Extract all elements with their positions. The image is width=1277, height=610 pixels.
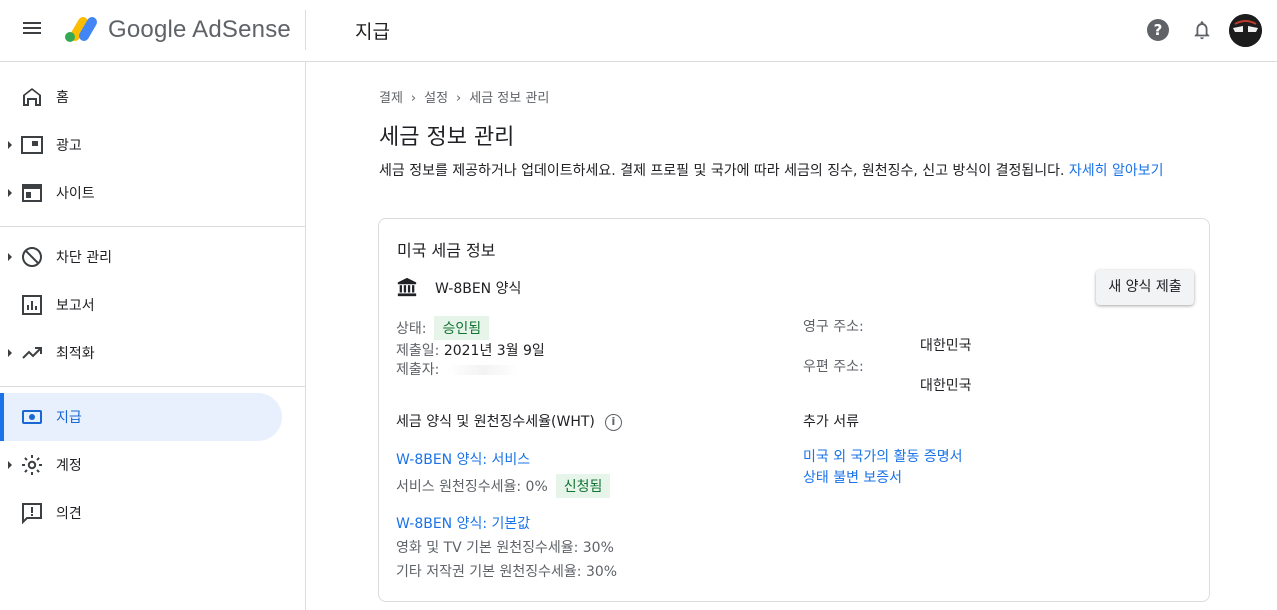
film-tv-rate: 영화 및 TV 기본 원천징수세율: 30% [396,540,614,556]
status-badge: 승인됨 [434,316,490,340]
sidebar-item-account[interactable]: 계정 [0,441,282,489]
sidebar-divider [0,386,306,387]
sidebar-item-home[interactable]: 홈 [0,73,282,121]
us-tax-info-card: 미국 세금 정보 W-8BEN 양식 새 양식 제출 상태: 승인됨 제출일: 2… [378,218,1210,602]
residency-certificate-link[interactable]: 미국 외 국가의 활동 증명서 [803,446,962,466]
sidebar-item-label: 계정 [56,458,82,474]
breadcrumb: 결제 › 설정 › 세금 정보 관리 [379,87,549,106]
sidebar-divider [0,226,306,227]
trending-up-icon [22,347,42,359]
description-text: 세금 정보를 제공하거나 업데이트하세요. 결제 프로필 및 국가에 따라 세금… [379,163,1065,179]
mailing-address-value: 대한민국 [920,378,972,394]
menu-icon[interactable] [20,19,44,43]
info-icon[interactable]: i [604,413,622,431]
page-title: 세금 정보 관리 [379,125,515,150]
sidebar-item-feedback[interactable]: 의견 [0,489,282,537]
help-icon[interactable]: ? [1147,19,1169,41]
sidebar-item-payments[interactable]: 지급 [0,393,282,441]
expand-caret-icon[interactable] [8,461,12,469]
expand-caret-icon[interactable] [8,253,12,261]
expand-caret-icon[interactable] [8,141,12,149]
sidebar-item-label: 홈 [56,90,69,106]
home-icon [23,88,41,106]
default-form-link[interactable]: W-8BEN 양식: 기본값 [396,513,530,533]
sidebar-item-label: 광고 [56,138,82,154]
expand-caret-icon[interactable] [8,349,12,357]
sidebar-item-label: 차단 관리 [56,250,112,266]
bank-icon [397,277,417,297]
mailing-address-label: 우편 주소: [803,359,864,375]
breadcrumb-item[interactable]: 결제 [379,91,403,106]
sites-icon [22,184,42,202]
chevron-right-icon: › [456,91,462,106]
sidebar-item-block-controls[interactable]: 차단 관리 [0,233,282,281]
sidebar-item-label: 보고서 [56,298,95,314]
sidebar-item-label: 지급 [56,410,82,426]
status-unchanged-affidavit-link[interactable]: 상태 불변 보증서 [803,467,902,487]
submitted-by-label: 제출자: [396,362,440,378]
status-row: 상태: 승인됨 [396,316,490,340]
reports-icon [22,295,42,315]
sidebar-item-reports[interactable]: 보고서 [0,281,282,329]
learn-more-link[interactable]: 자세히 알아보기 [1069,163,1164,179]
submitted-date-label: 제출일: [396,343,440,359]
page-description: 세금 정보를 제공하거나 업데이트하세요. 결제 프로필 및 국가에 따라 세금… [379,161,1209,181]
top-app-bar: Google AdSense 지급 ? [0,0,1277,62]
form-name: W-8BEN 양식 [435,281,522,297]
header-divider [305,10,306,50]
avatar-image [1229,14,1262,47]
services-form-link[interactable]: W-8BEN 양식: 서비스 [396,449,530,469]
status-label: 상태: [396,321,427,337]
breadcrumb-item[interactable]: 설정 [424,91,448,106]
ads-icon [21,136,43,154]
sidebar-item-label: 사이트 [56,186,95,202]
chevron-right-icon: › [410,91,417,106]
gear-icon [22,455,42,475]
sidebar-item-label: 최적화 [56,346,95,362]
submit-new-form-button[interactable]: 새 양식 제출 [1096,270,1194,305]
additional-docs-heading: 추가 서류 [803,414,859,430]
submitted-date-row: 제출일: 2021년 3월 9일 [396,340,545,360]
applied-badge: 신청됨 [555,474,611,498]
account-avatar[interactable] [1229,14,1262,47]
page-header-title: 지급 [355,21,390,43]
notification-bell-icon[interactable] [1191,18,1213,42]
services-rate: 서비스 원천징수세율: 0% [396,479,548,495]
sidebar-nav: 홈 광고 사이트 차단 관리 보고서 최적화 지급 계정 의견 [0,62,306,610]
submitted-date-value: 2021년 3월 9일 [443,343,545,359]
sidebar-item-ads[interactable]: 광고 [0,121,282,169]
card-title: 미국 세금 정보 [397,241,496,260]
submitted-by-row: 제출자: [396,359,520,379]
permanent-address-value: 대한민국 [920,338,972,354]
expand-caret-icon[interactable] [8,189,12,197]
sidebar-item-sites[interactable]: 사이트 [0,169,282,217]
feedback-icon [22,503,42,525]
brand-name: Google AdSense [108,16,291,43]
wht-heading-row: 세금 양식 및 원천징수세율(WHT) i [396,411,622,431]
redacted-value [447,365,520,375]
breadcrumb-item-current: 세금 정보 관리 [469,91,550,106]
adsense-logo [65,17,97,42]
sidebar-item-label: 의견 [56,506,82,522]
other-copyright-rate: 기타 저작권 기본 원천징수세율: 30% [396,564,618,580]
permanent-address-label: 영구 주소: [803,319,864,335]
services-rate-row: 서비스 원천징수세율: 0% 신청됨 [396,474,611,498]
sidebar-item-optimization[interactable]: 최적화 [0,329,282,377]
wht-heading: 세금 양식 및 원천징수세율(WHT) [396,414,595,430]
payments-icon [22,410,42,424]
block-icon [22,247,42,267]
